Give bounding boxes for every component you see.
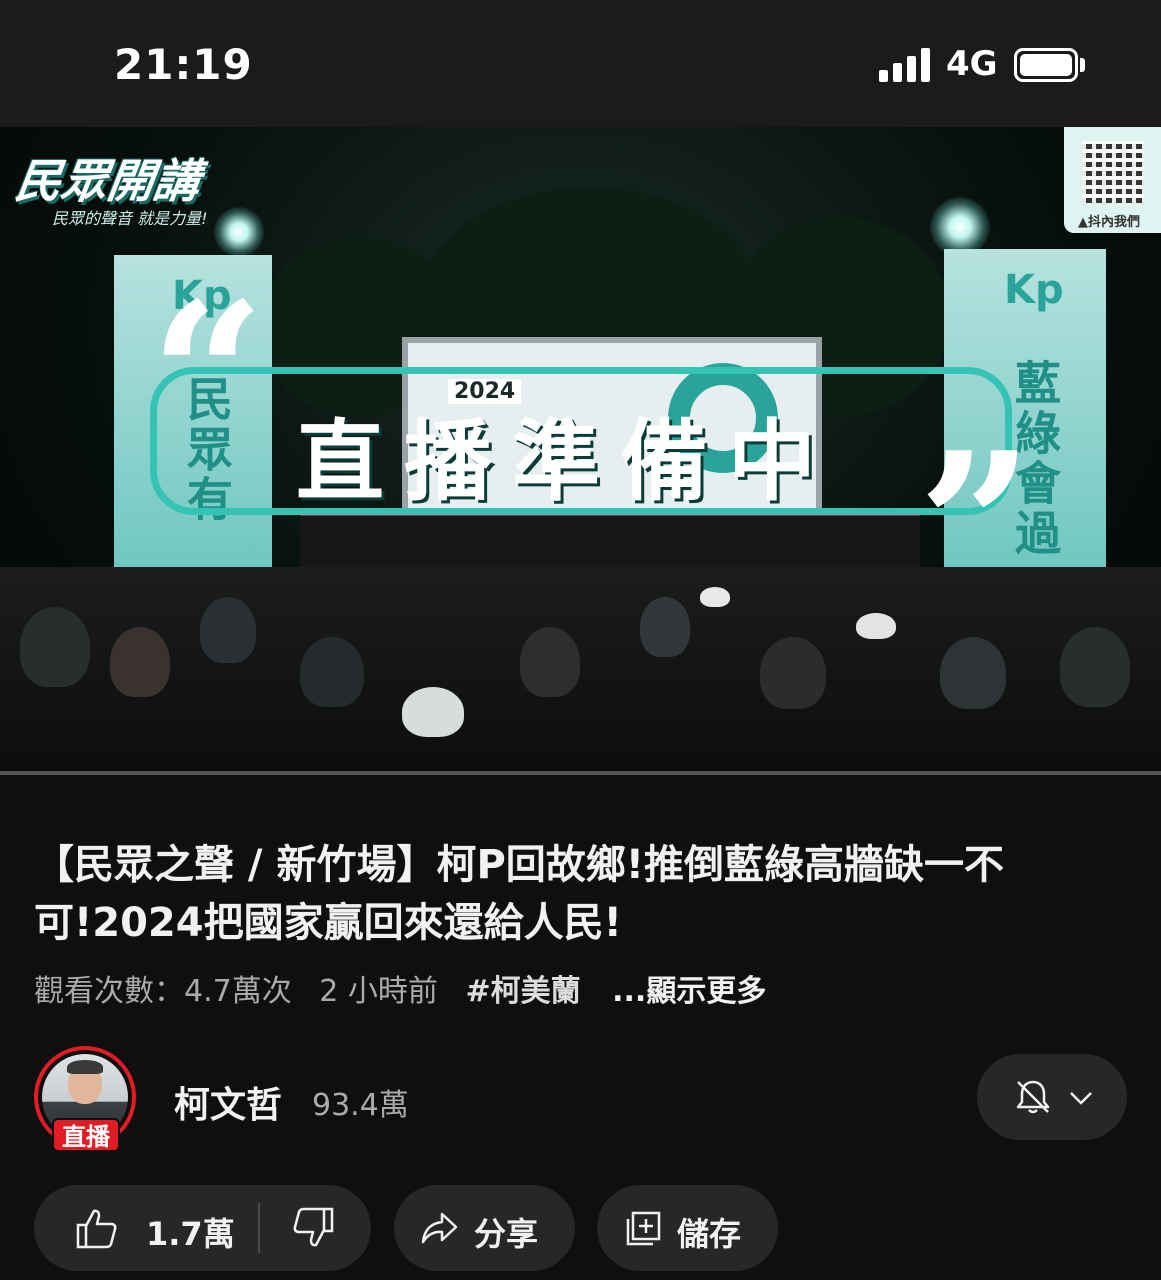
channel-name[interactable]: 柯文哲: [174, 1076, 282, 1128]
like-dislike-pill: 1.7萬: [34, 1185, 371, 1271]
bell-off-icon: [1016, 1080, 1050, 1114]
video-title[interactable]: 【民眾之聲 / 新竹場】柯P回故鄉!推倒藍綠高牆缺一不可!2024把國家贏回來還…: [34, 836, 1134, 952]
show-more-link[interactable]: ...顯示更多: [612, 974, 766, 1009]
subscriber-count: 93.4萬: [312, 1088, 409, 1123]
upload-time: 2 小時前: [319, 974, 438, 1009]
stage-light: [214, 207, 264, 257]
crowd-person: [300, 637, 364, 707]
crowd-person: [640, 597, 690, 657]
channel-watermark-sub: 民眾的聲音 就是力量!: [52, 209, 208, 228]
video-progress-bar[interactable]: [0, 771, 1161, 775]
crowd-person-cap: [856, 613, 896, 639]
crowd-person: [200, 597, 256, 663]
crowd-person: [940, 637, 1006, 709]
crowd-person-cap: [402, 687, 464, 737]
live-badge: 直播: [52, 1118, 120, 1152]
share-label: 分享: [474, 1215, 539, 1253]
open-quote-icon: “: [150, 259, 266, 494]
avatar-hair: [67, 1060, 103, 1074]
qr-label: ▲抖內我們: [1078, 215, 1140, 230]
live-preparing-text: 直播準備中: [296, 410, 837, 513]
crowd-person: [520, 627, 580, 697]
like-divider: [258, 1203, 260, 1253]
notification-button[interactable]: [977, 1054, 1127, 1140]
banner-brand: Kp: [1004, 267, 1064, 313]
view-count: 觀看次數：4.7萬次: [34, 974, 292, 1009]
crowd-person: [110, 627, 170, 697]
qr-code-icon: [1082, 141, 1144, 203]
battery-icon: [1014, 48, 1078, 82]
thumbs-up-icon[interactable]: [74, 1207, 118, 1249]
chevron-down-icon: [1070, 1092, 1092, 1105]
like-count[interactable]: 1.7萬: [146, 1209, 235, 1255]
share-button[interactable]: 分享: [394, 1185, 575, 1271]
share-icon: [421, 1212, 458, 1244]
status-time: 21:19: [114, 40, 253, 89]
close-quote-icon: ”: [918, 409, 1034, 644]
stage-light: [930, 197, 990, 257]
save-button[interactable]: 儲存: [597, 1185, 778, 1271]
status-bar: 21:19 4G: [0, 0, 1161, 127]
crowd-person: [20, 607, 90, 687]
save-label: 儲存: [677, 1215, 742, 1253]
channel-watermark: 民眾開講: [11, 154, 204, 208]
video-player[interactable]: Kp 民眾有 Kp 藍綠會過 2024 “ ” 直播準備中 民眾開講 民眾的聲音…: [0, 127, 1161, 775]
crowd-person: [760, 637, 826, 709]
save-playlist-icon: [626, 1211, 661, 1246]
thumbs-down-icon[interactable]: [292, 1207, 336, 1249]
crowd-person: [1060, 627, 1130, 707]
hashtag-link[interactable]: #柯美蘭: [465, 974, 580, 1009]
video-meta[interactable]: 觀看次數：4.7萬次 2 小時前 #柯美蘭 ...顯示更多: [34, 966, 784, 1010]
network-type: 4G: [946, 44, 998, 84]
crowd-person-cap: [700, 587, 730, 607]
qr-code: ▲抖內我們: [1064, 127, 1161, 233]
signal-bars-icon: [879, 48, 933, 82]
battery-cap: [1080, 58, 1085, 72]
